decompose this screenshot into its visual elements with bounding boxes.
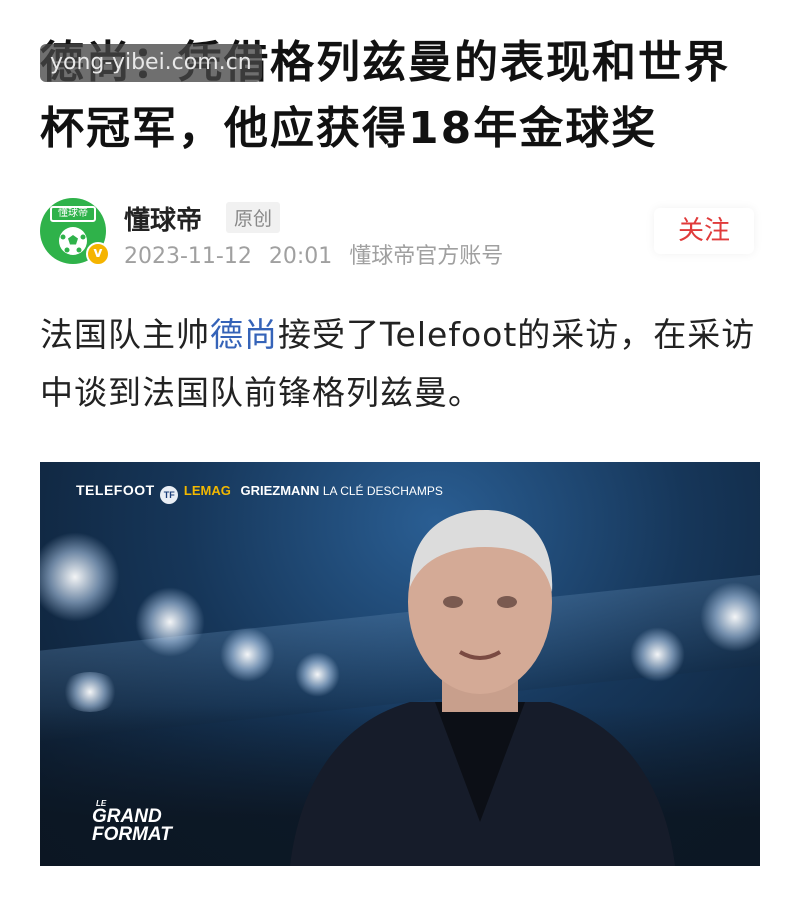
video-subtitle: LA CLÉ DESCHAMPS xyxy=(322,484,443,498)
griezmann-label: GRIEZMANN xyxy=(240,483,320,498)
video-overlay-title: TELEFOOT TF LEMAG GRIEZMANN LA CLÉ DESCH… xyxy=(76,482,443,504)
stadium-light xyxy=(40,532,120,622)
author-row: 懂球帝 v 懂球帝 原创 2023-11-12 20:01 懂球帝官方账号 关注 xyxy=(40,198,760,272)
post-meta: 2023-11-12 20:01 懂球帝官方账号 xyxy=(124,238,513,270)
lemag-label: LEMAG xyxy=(183,483,231,498)
article-page: 德尚：凭借格列兹曼的表现和世界杯冠军，他应获得18年金球奖 yong-yibei… xyxy=(0,0,800,897)
telefoot-label: TELEFOOT xyxy=(76,482,155,498)
original-badge: 原创 xyxy=(226,202,281,233)
author-account: 懂球帝官方账号 xyxy=(349,244,504,269)
avatar-label: 懂球帝 xyxy=(50,206,96,222)
grand-format-word-2: FORMAT xyxy=(92,824,172,845)
article-body: 法国队主帅德尚接受了Telefoot的采访，在采访中谈到法国队前锋格列兹曼。 xyxy=(40,306,770,422)
football-logo-icon xyxy=(59,227,87,255)
follow-button[interactable]: 关注 xyxy=(654,208,754,254)
grand-format-logo: LE GRAND FORMAT xyxy=(92,800,172,845)
stadium-light xyxy=(135,587,205,657)
post-time: 20:01 xyxy=(268,244,333,269)
tf-logo-icon: TF xyxy=(160,486,179,504)
interviewee-figure xyxy=(290,510,675,866)
post-date: 2023-11-12 xyxy=(124,244,252,269)
watermark: yong-yibei.com.cn xyxy=(40,44,262,82)
verified-v-icon: v xyxy=(86,242,110,266)
video-image[interactable]: TELEFOOT TF LEMAG GRIEZMANN LA CLÉ DESCH… xyxy=(40,462,760,866)
author-name[interactable]: 懂球帝 xyxy=(124,200,202,237)
body-text-1: 法国队主帅 xyxy=(40,315,210,354)
deschamps-link[interactable]: 德尚 xyxy=(210,315,278,354)
stadium-light xyxy=(220,627,275,682)
